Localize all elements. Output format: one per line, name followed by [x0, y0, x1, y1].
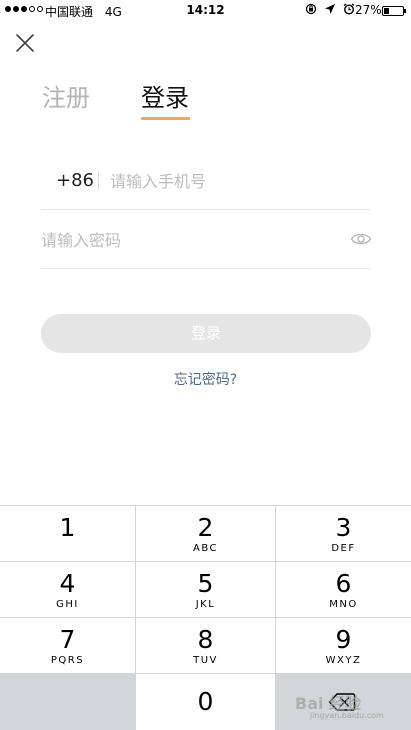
- key-0[interactable]: 0: [136, 674, 275, 730]
- battery-icon: [382, 6, 404, 16]
- key-6[interactable]: 6 MNO: [276, 562, 411, 617]
- key-letters: MNO: [329, 599, 358, 610]
- battery-tip: [404, 9, 406, 13]
- login-button[interactable]: 登录: [41, 314, 371, 353]
- key-digit: 3: [335, 513, 352, 542]
- close-button[interactable]: [12, 30, 38, 56]
- key-digit: 0: [197, 687, 214, 716]
- location-arrow-icon: [325, 4, 335, 14]
- alarm-icon: [343, 3, 355, 15]
- key-3[interactable]: 3 DEF: [276, 506, 411, 561]
- key-8[interactable]: 8 TUV: [136, 618, 275, 673]
- password-input[interactable]: [41, 226, 341, 254]
- key-digit: 9: [335, 625, 352, 654]
- country-code-divider: [98, 172, 99, 190]
- phone-input[interactable]: [110, 167, 360, 195]
- active-tab-indicator: [141, 117, 190, 120]
- battery-level: [384, 8, 389, 14]
- key-letters: WXYZ: [325, 655, 362, 666]
- status-icons: [305, 3, 355, 15]
- orientation-lock-icon: [305, 3, 317, 15]
- key-digit: 4: [59, 569, 76, 598]
- tab-login[interactable]: 登录: [141, 82, 189, 114]
- key-1[interactable]: 1: [0, 506, 135, 561]
- country-code[interactable]: +86: [56, 169, 94, 193]
- status-bar: 中国联通 4G 14:12 27%: [0, 0, 411, 22]
- key-9[interactable]: 9 WXYZ: [276, 618, 411, 673]
- key-empty: [0, 674, 135, 730]
- key-digit: 2: [197, 513, 214, 542]
- close-icon: [16, 34, 34, 52]
- key-letters: ABC: [192, 543, 218, 554]
- key-digit: 6: [335, 569, 352, 598]
- key-digit: 8: [197, 625, 214, 654]
- key-letters: GHI: [56, 599, 79, 610]
- key-letters: PQRS: [50, 655, 85, 666]
- key-5[interactable]: 5 JKL: [136, 562, 275, 617]
- key-digit: 7: [59, 625, 76, 654]
- key-letters: JKL: [195, 599, 216, 610]
- forgot-password-link[interactable]: 忘记密码?: [0, 369, 411, 389]
- phone-underline: [41, 209, 371, 210]
- key-digit: 5: [197, 569, 214, 598]
- battery-percent: 27%: [355, 3, 382, 17]
- show-password-toggle[interactable]: [350, 231, 372, 247]
- watermark-url: jingyan.baidu.com: [310, 711, 384, 720]
- key-letters: TUV: [193, 655, 218, 666]
- key-4[interactable]: 4 GHI: [0, 562, 135, 617]
- eye-icon: [350, 233, 372, 245]
- key-2[interactable]: 2 ABC: [136, 506, 275, 561]
- key-digit: 1: [59, 513, 76, 542]
- key-7[interactable]: 7 PQRS: [0, 618, 135, 673]
- key-letters: DEF: [331, 543, 356, 554]
- password-underline: [41, 268, 371, 269]
- tab-register[interactable]: 注册: [42, 82, 90, 114]
